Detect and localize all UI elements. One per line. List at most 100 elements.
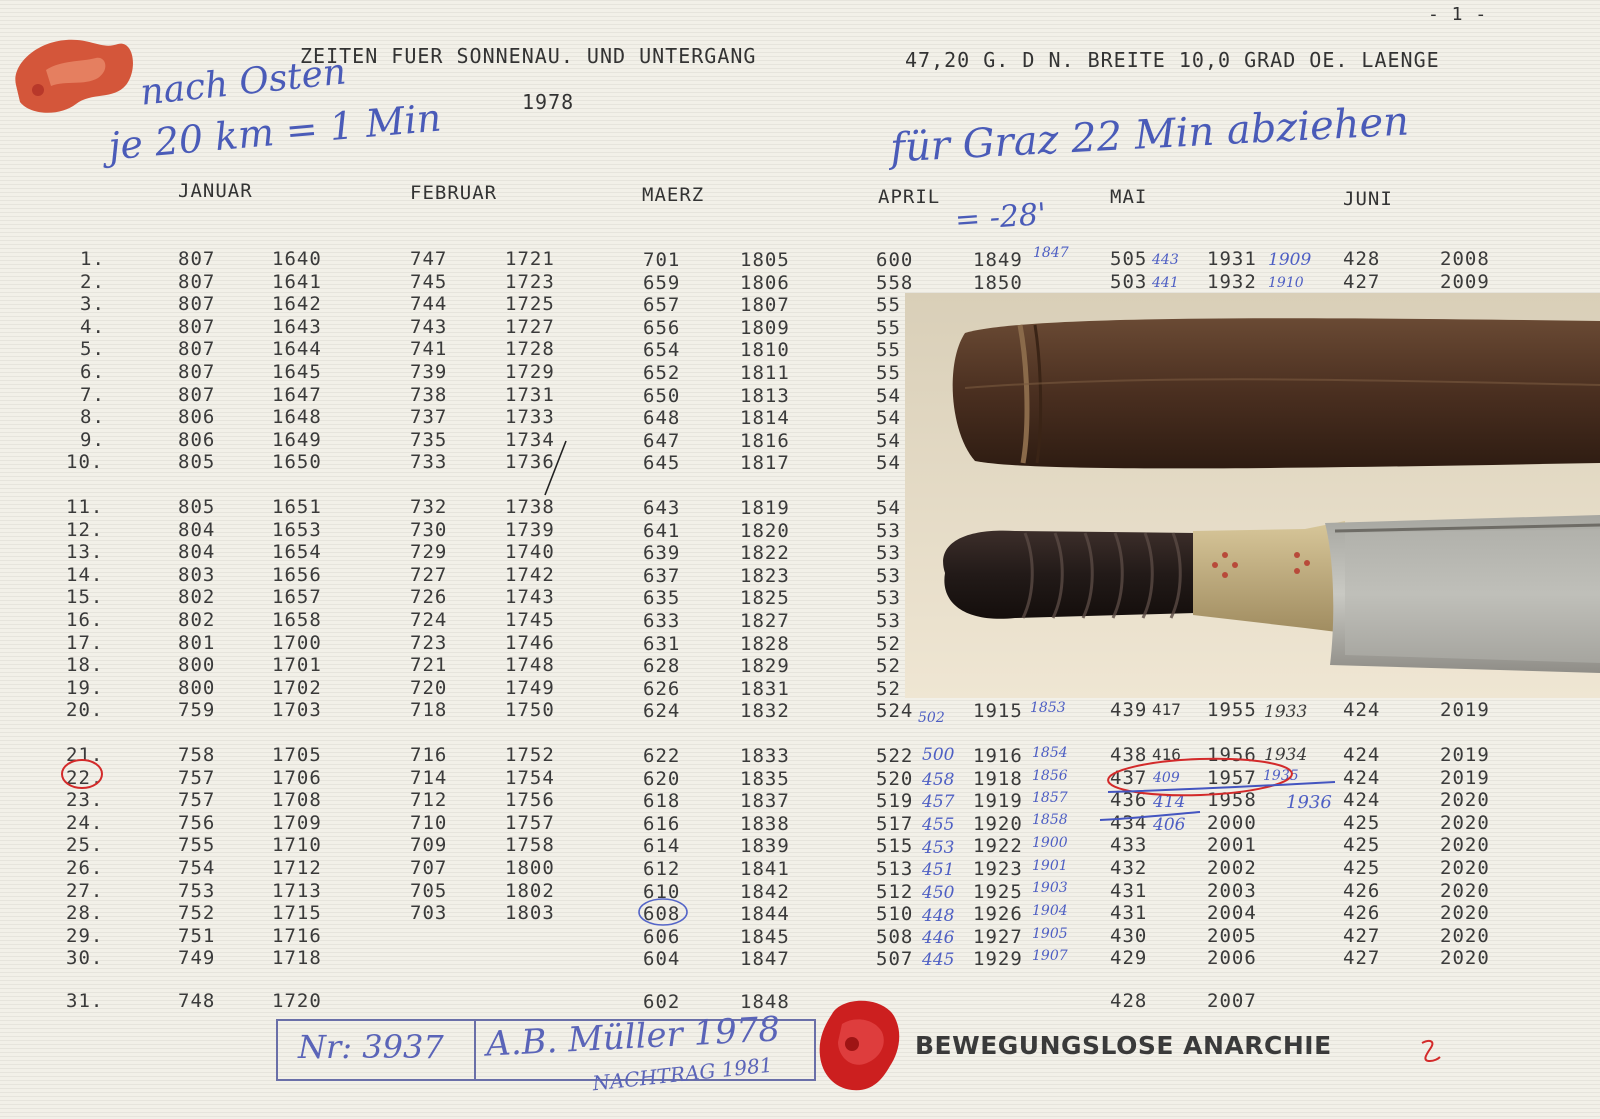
sunset-mai: 2003 (1207, 880, 1257, 902)
sunrise-jan: 752 (178, 902, 216, 924)
sunset-jan: 1701 (272, 654, 322, 676)
sunrise-jan: 758 (178, 744, 216, 766)
sunrise-apr: 53 (876, 587, 901, 609)
sunset-mar: 1835 (740, 768, 790, 790)
sunrise-feb: 727 (410, 564, 448, 586)
ann-apr26a: 451 (922, 860, 955, 880)
sunset-jan: 1654 (272, 541, 322, 563)
sunset-mar: 1827 (740, 610, 790, 632)
sunset-feb: 1727 (505, 316, 555, 338)
sunrise-feb: 729 (410, 541, 448, 563)
sunset-feb: 1721 (505, 248, 555, 270)
sunset-apr: 1915 (973, 700, 1023, 722)
sunrise-feb: 714 (410, 767, 448, 789)
sunrise-jan: 754 (178, 857, 216, 879)
sunset-mar: 1839 (740, 835, 790, 857)
sunset-jun: 2020 (1440, 925, 1490, 947)
sunset-mar: 1828 (740, 633, 790, 655)
sunset-jun: 2020 (1440, 834, 1490, 856)
sunrise-jan: 757 (178, 767, 216, 789)
ann-apr25a: 453 (922, 838, 955, 858)
sunrise-mar: 620 (643, 768, 681, 790)
sunrise-feb: 739 (410, 361, 448, 383)
sunset-mar: 1819 (740, 497, 790, 519)
sunrise-mar: 637 (643, 565, 681, 587)
sunrise-feb: 747 (410, 248, 448, 270)
sunrise-apr: 513 (876, 858, 914, 880)
sunset-mar: 1838 (740, 813, 790, 835)
sunrise-mai: 430 (1110, 925, 1148, 947)
sunrise-apr: 515 (876, 835, 914, 857)
sunset-mar: 1837 (740, 790, 790, 812)
sunrise-jan: 803 (178, 564, 216, 586)
sunrise-jan: 759 (178, 699, 216, 721)
sunset-feb: 1746 (505, 632, 555, 654)
sunrise-mar: 645 (643, 452, 681, 474)
sunset-feb: 1757 (505, 812, 555, 834)
red-pen-tick (1421, 1040, 1441, 1063)
sunset-mai: 2006 (1207, 947, 1257, 969)
sunrise-jan: 801 (178, 632, 216, 654)
sunrise-feb: 716 (410, 744, 448, 766)
ann-mai21: 416 (1152, 745, 1181, 764)
sunrise-feb: 705 (410, 880, 448, 902)
sunrise-mar: 654 (643, 339, 681, 361)
sunrise-apr: 52 (876, 633, 901, 655)
sunrise-mar: 639 (643, 542, 681, 564)
sunrise-jan: 756 (178, 812, 216, 834)
ann-apr23a: 457 (922, 792, 955, 812)
sunset-mar: 1816 (740, 430, 790, 452)
sunset-feb: 1742 (505, 564, 555, 586)
sunrise-jun: 426 (1343, 902, 1381, 924)
sunset-jun: 2009 (1440, 271, 1490, 293)
sunset-feb: 1800 (505, 857, 555, 879)
sunrise-jan: 807 (178, 384, 216, 406)
sunrise-jun: 424 (1343, 767, 1381, 789)
sunrise-mai: 434 (1110, 812, 1148, 834)
sunrise-feb: 738 (410, 384, 448, 406)
sunset-mai: 2005 (1207, 925, 1257, 947)
sunset-jun: 2020 (1440, 789, 1490, 811)
knife-photo-art (905, 293, 1600, 698)
ann-apr28a: 448 (922, 906, 955, 926)
sunset-apr: 1850 (973, 272, 1023, 294)
sunset-jun: 2019 (1440, 744, 1490, 766)
sunset-jun: 2020 (1440, 857, 1490, 879)
sunset-apr: 1923 (973, 858, 1023, 880)
sunset-jan: 1651 (272, 496, 322, 518)
sunrise-mar: 608 (643, 903, 681, 925)
sunrise-mar: 656 (643, 317, 681, 339)
sunrise-jun: 426 (1343, 880, 1381, 902)
ann-mai23b: 1936 (1286, 792, 1332, 813)
sunrise-mar: 657 (643, 294, 681, 316)
ann-mai20b: 1933 (1264, 702, 1308, 722)
sunset-mar: 1805 (740, 249, 790, 271)
ann-apr22a: 458 (922, 770, 955, 790)
day-number: 11. (66, 496, 104, 518)
sunset-mai: 2001 (1207, 834, 1257, 856)
sunset-feb: 1750 (505, 699, 555, 721)
sunrise-feb: 712 (410, 789, 448, 811)
sunrise-jan: 807 (178, 293, 216, 315)
sunrise-mai: 433 (1110, 834, 1148, 856)
sunrise-apr: 55 (876, 317, 901, 339)
sunrise-feb: 710 (410, 812, 448, 834)
sunrise-jun: 425 (1343, 857, 1381, 879)
sunrise-apr: 52 (876, 655, 901, 677)
sunrise-jan: 807 (178, 271, 216, 293)
sunset-mai: 1932 (1207, 271, 1257, 293)
day-number: 10. (66, 451, 104, 473)
sunrise-jan: 807 (178, 338, 216, 360)
sunrise-jan: 753 (178, 880, 216, 902)
sunset-jan: 1657 (272, 586, 322, 608)
sunrise-mar: 701 (643, 249, 681, 271)
sunrise-jun: 427 (1343, 271, 1381, 293)
sunrise-jan: 800 (178, 654, 216, 676)
sunrise-mai: 428 (1110, 990, 1148, 1012)
sunrise-jun: 425 (1343, 834, 1381, 856)
day-number: 4. (80, 316, 105, 338)
sunset-jun: 2019 (1440, 699, 1490, 721)
sunrise-mar: 659 (643, 272, 681, 294)
sunrise-jan: 800 (178, 677, 216, 699)
sunset-mar: 1845 (740, 926, 790, 948)
